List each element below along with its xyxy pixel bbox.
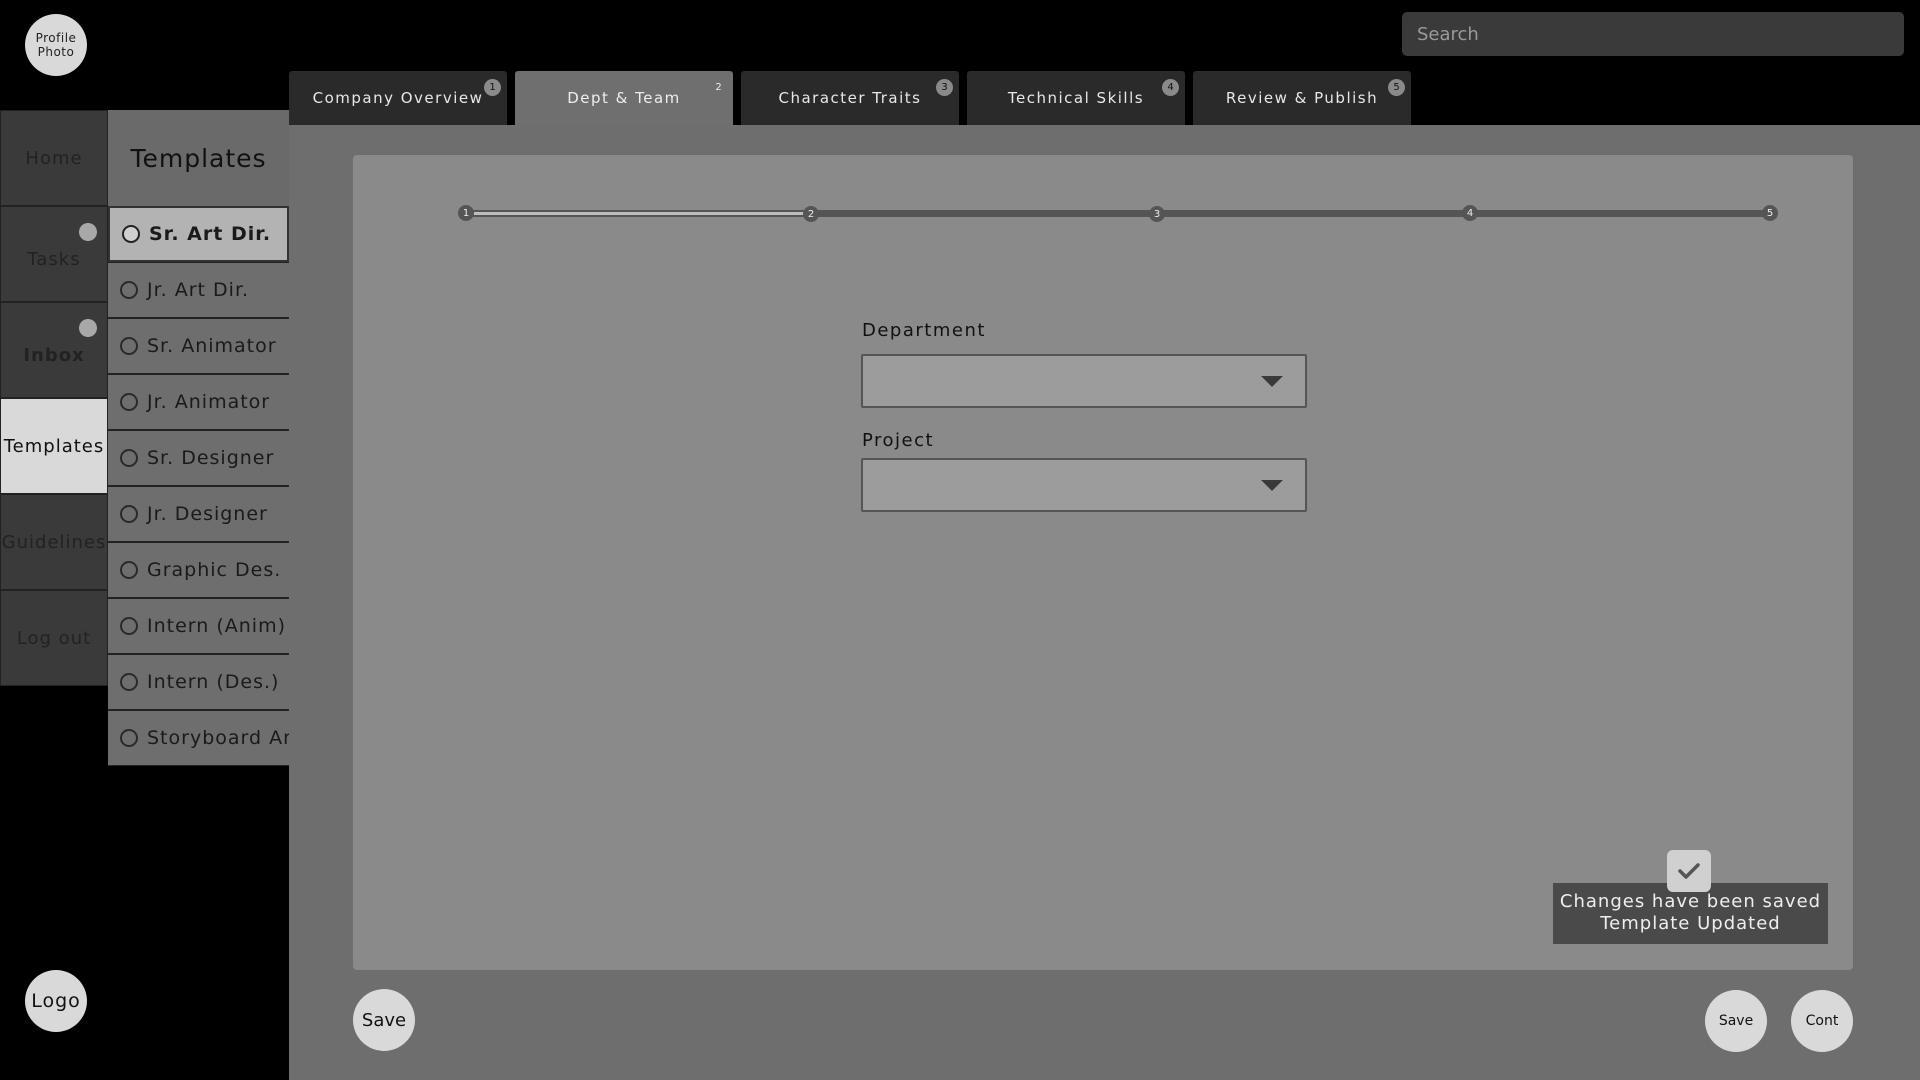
radio-button[interactable]	[120, 281, 138, 299]
radio-button[interactable]	[120, 617, 138, 635]
template-item[interactable]: Sr. Designer	[108, 430, 289, 486]
save-button[interactable]: Save	[353, 989, 415, 1051]
template-item-label: Jr. Animator	[147, 391, 271, 413]
notification-dot	[79, 319, 97, 337]
template-item[interactable]: Jr. Animator	[108, 374, 289, 430]
step-tabs: Company Overview 1 Dept & Team 2 Charact…	[289, 71, 1419, 125]
nav-templates-label: Templates	[3, 435, 105, 457]
radio-button[interactable]	[122, 225, 140, 243]
templates-heading: Templates	[108, 110, 289, 206]
nav-item-guidelines[interactable]: Guidelines	[0, 494, 108, 590]
radio-button[interactable]	[120, 673, 138, 691]
project-label: Project	[862, 430, 935, 451]
tab-company-overview[interactable]: Company Overview 1	[289, 71, 507, 125]
template-item-label: Jr. Art Dir.	[147, 279, 250, 301]
template-item[interactable]: Storyboard Art	[108, 710, 289, 766]
radio-button[interactable]	[120, 449, 138, 467]
template-item-label: Sr. Designer	[147, 447, 275, 469]
checkmark-icon	[1667, 850, 1711, 892]
notification-dot	[79, 223, 97, 241]
nav-item-logout[interactable]: Log out	[0, 590, 108, 686]
tab-label: Dept & Team	[567, 89, 681, 107]
nav-tasks-label: Tasks	[27, 248, 81, 270]
progress-step[interactable]: 4	[1462, 205, 1478, 221]
template-item-label: Sr. Art Dir.	[149, 223, 272, 245]
profile-label-line2: Photo	[37, 45, 75, 59]
progress-track-completed	[466, 210, 811, 217]
template-item[interactable]: Intern (Anim)	[108, 598, 289, 654]
radio-button[interactable]	[120, 393, 138, 411]
nav-item-templates[interactable]: Templates	[0, 398, 108, 494]
main-nav: Home Tasks Inbox Templates Guidelines Lo…	[0, 110, 108, 686]
template-item-label: Intern (Des.)	[147, 671, 280, 693]
save-button-secondary[interactable]: Save	[1705, 990, 1767, 1052]
nav-home-label: Home	[25, 147, 83, 169]
nav-item-inbox[interactable]: Inbox	[0, 302, 108, 398]
template-item-label: Graphic Des.	[147, 559, 282, 581]
tab-label: Company Overview	[312, 89, 484, 107]
project-select[interactable]	[861, 458, 1307, 512]
tab-number-badge: 2	[715, 82, 722, 93]
save-confirmation-toast: Changes have been saved Template Updated	[1553, 883, 1828, 944]
radio-button[interactable]	[120, 505, 138, 523]
radio-button[interactable]	[120, 729, 138, 747]
progress-step[interactable]: 1	[458, 205, 474, 221]
department-select[interactable]	[861, 354, 1307, 408]
template-item[interactable]: Graphic Des.	[108, 542, 289, 598]
progress-step[interactable]: 5	[1762, 205, 1778, 221]
toast-line2: Template Updated	[1600, 913, 1781, 934]
template-item-label: Sr. Animator	[147, 335, 277, 357]
templates-list: Templates Sr. Art Dir. Jr. Art Dir. Sr. …	[108, 110, 289, 766]
tab-review-publish[interactable]: Review & Publish 5	[1193, 71, 1411, 125]
tab-label: Character Traits	[778, 89, 922, 107]
template-item-label: Storyboard Art	[147, 727, 289, 749]
tab-number-badge: 4	[1162, 79, 1179, 96]
tab-character-traits[interactable]: Character Traits 3	[741, 71, 959, 125]
radio-button[interactable]	[120, 337, 138, 355]
template-item[interactable]: Sr. Art Dir.	[108, 206, 289, 262]
department-label: Department	[862, 320, 986, 341]
search-input[interactable]	[1402, 12, 1904, 56]
nav-guidelines-label: Guidelines	[1, 531, 107, 553]
tab-label: Review & Publish	[1225, 89, 1379, 107]
tab-number-badge: 3	[936, 79, 953, 96]
nav-logout-label: Log out	[16, 627, 92, 649]
tab-technical-skills[interactable]: Technical Skills 4	[967, 71, 1185, 125]
template-item-label: Intern (Anim)	[147, 615, 286, 637]
profile-photo[interactable]: Profile Photo	[25, 14, 87, 76]
template-item[interactable]: Intern (Des.)	[108, 654, 289, 710]
nav-inbox-label: Inbox	[23, 344, 85, 366]
content-area: 1 2 3 4 5 Department Project Changes hav…	[289, 125, 1920, 1080]
tab-number-badge: 1	[484, 79, 501, 96]
nav-item-tasks[interactable]: Tasks	[0, 206, 108, 302]
toast-line1: Changes have been saved	[1559, 891, 1822, 912]
chevron-down-icon	[1261, 480, 1283, 491]
profile-label-line1: Profile	[35, 31, 77, 45]
progress-step[interactable]: 3	[1149, 206, 1165, 222]
template-item-label: Jr. Designer	[147, 503, 268, 525]
template-item[interactable]: Jr. Art Dir.	[108, 262, 289, 318]
continue-button[interactable]: Cont	[1791, 990, 1853, 1052]
radio-button[interactable]	[120, 561, 138, 579]
nav-item-home[interactable]: Home	[0, 110, 108, 206]
tab-label: Technical Skills	[1007, 89, 1145, 107]
progress-step[interactable]: 2	[803, 206, 819, 222]
tab-dept-team[interactable]: Dept & Team 2	[515, 71, 733, 125]
template-item[interactable]: Jr. Designer	[108, 486, 289, 542]
logo: Logo	[25, 970, 87, 1032]
chevron-down-icon	[1261, 376, 1283, 387]
tab-number-badge: 5	[1388, 79, 1405, 96]
template-item[interactable]: Sr. Animator	[108, 318, 289, 374]
form-panel: 1 2 3 4 5 Department Project Changes hav…	[353, 155, 1853, 970]
